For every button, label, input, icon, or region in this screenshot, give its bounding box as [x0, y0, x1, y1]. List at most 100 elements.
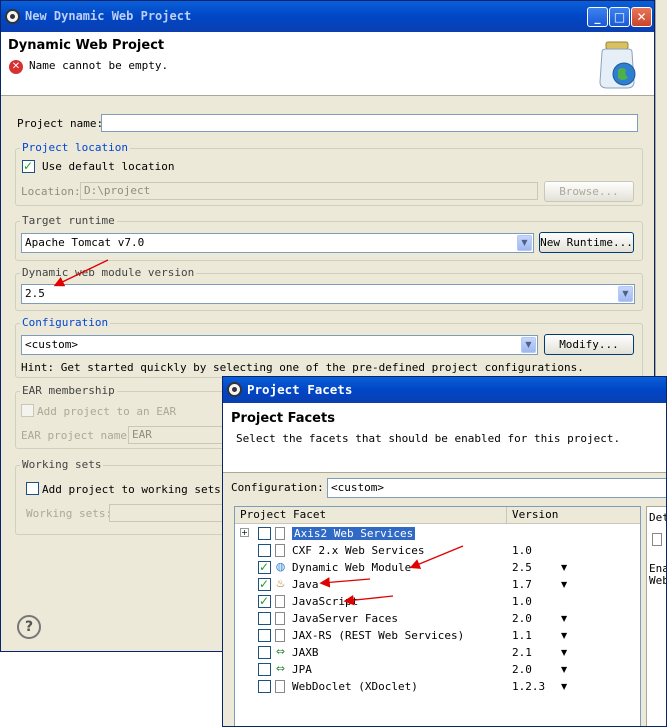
wizard-header: Dynamic Web Project ✕ Name cannot be emp… [1, 32, 654, 96]
configuration-select[interactable]: <custom> ▼ [21, 335, 538, 355]
facets-header: Project Facets Select the facets that sh… [223, 403, 666, 473]
facets-configuration-select[interactable]: <custom> [327, 478, 666, 498]
eclipse-icon [5, 9, 20, 24]
chevron-down-icon[interactable]: ▼ [618, 286, 633, 302]
facet-checkbox[interactable] [258, 594, 271, 608]
version-dropdown-icon[interactable]: ▼ [561, 661, 567, 678]
table-row[interactable]: + Axis2 Web Services [235, 525, 640, 542]
title-bar[interactable]: New Dynamic Web Project _ □ ✕ [1, 1, 654, 32]
document-icon [275, 612, 285, 625]
facets-table: Project Facet Version + Axis2 Web Service… [234, 506, 641, 726]
facet-checkbox[interactable] [258, 663, 271, 676]
facet-checkbox[interactable] [258, 629, 271, 642]
version-dropdown-icon[interactable]: ▼ [561, 644, 567, 661]
facets-configuration-value: <custom> [331, 481, 384, 494]
version-dropdown-icon[interactable]: ▼ [561, 576, 567, 593]
jpa-icon: ⇔ [275, 662, 286, 675]
target-runtime-title: Target runtime [20, 214, 117, 227]
jaxb-icon: ⇔ [275, 645, 286, 658]
table-row[interactable]: CXF 2.x Web Services 1.0 [235, 542, 640, 559]
close-button[interactable]: ✕ [631, 7, 652, 27]
facet-version[interactable]: 1.2.3 [512, 678, 545, 695]
facet-checkbox[interactable] [258, 560, 271, 574]
facet-checkbox[interactable] [258, 527, 271, 540]
chevron-down-icon[interactable]: ▼ [517, 235, 532, 251]
document-icon [652, 533, 662, 546]
table-row[interactable]: WebDoclet (XDoclet) 1.2.3 ▼ [235, 678, 640, 695]
document-icon [275, 595, 285, 608]
facet-checkbox[interactable] [258, 577, 271, 591]
project-location-title: Project location [20, 141, 130, 154]
facet-version[interactable]: 1.7 [512, 576, 532, 593]
maximize-button[interactable]: □ [609, 7, 630, 27]
facet-version: 1.0 [512, 595, 532, 608]
facet-checkbox[interactable] [258, 680, 271, 693]
facets-window-title: Project Facets [247, 382, 353, 397]
expand-icon[interactable]: + [240, 528, 249, 537]
facet-version[interactable]: 2.1 [512, 644, 532, 661]
working-sets-input[interactable] [109, 504, 229, 522]
error-icon: ✕ [9, 60, 23, 74]
facet-version[interactable]: 2.5 [512, 559, 532, 576]
browse-button[interactable]: Browse... [544, 181, 634, 202]
add-to-ear-checkbox[interactable] [21, 404, 34, 417]
table-row[interactable]: JAX-RS (REST Web Services) 1.1 ▼ [235, 627, 640, 644]
version-dropdown-icon[interactable]: ▼ [561, 627, 567, 644]
configuration-value: <custom> [25, 338, 78, 351]
table-row[interactable]: JavaServer Faces 2.0 ▼ [235, 610, 640, 627]
add-to-working-sets-checkbox[interactable] [26, 482, 39, 495]
column-header-facet[interactable]: Project Facet [235, 507, 507, 524]
project-name-input[interactable] [101, 114, 638, 132]
column-header-version[interactable]: Version [507, 507, 640, 524]
project-facets-dialog: Project Facets Project Facets Select the… [222, 376, 667, 727]
use-default-location-checkbox[interactable] [22, 159, 35, 173]
configuration-title: Configuration [20, 316, 111, 329]
version-dropdown-icon[interactable]: ▼ [561, 678, 567, 695]
version-dropdown-icon[interactable]: ▼ [561, 559, 567, 576]
document-icon [275, 680, 285, 693]
location-input[interactable]: D:\project [80, 182, 538, 200]
location-label: Location: [21, 185, 81, 198]
use-default-location-label: Use default location [42, 160, 175, 173]
facet-name: JPA [292, 663, 312, 676]
table-row[interactable]: JavaScript 1.0 [235, 593, 640, 610]
facet-name: WebDoclet (XDoclet) [292, 680, 418, 693]
help-icon[interactable]: ? [17, 615, 41, 639]
table-row[interactable]: ♨ Java 1.7 ▼ [235, 576, 640, 593]
document-icon [275, 629, 285, 642]
ear-name-label: EAR project name: [21, 429, 134, 442]
add-to-ear-label: Add project to an EAR [37, 405, 177, 418]
facet-version[interactable]: 2.0 [512, 661, 532, 678]
facet-checkbox[interactable] [258, 646, 271, 659]
table-row[interactable]: ⇔ JPA 2.0 ▼ [235, 661, 640, 678]
working-sets-label: Working sets: [26, 507, 113, 520]
document-icon [275, 544, 285, 557]
table-row[interactable]: ⇔ JAXB 2.1 ▼ [235, 644, 640, 661]
page-title: Dynamic Web Project [8, 38, 165, 53]
background-window-edge [655, 0, 667, 380]
project-name-label: Project name: [17, 117, 104, 130]
facets-page-title: Project Facets [231, 411, 335, 426]
facets-title-bar[interactable]: Project Facets [223, 377, 666, 403]
module-version-select[interactable]: 2.5 ▼ [21, 284, 635, 304]
facet-version[interactable]: 2.0 [512, 610, 532, 627]
facet-name: Dynamic Web Module [292, 561, 412, 574]
facet-name: Java [292, 578, 319, 591]
configuration-hint: Hint: Get started quickly by selecting o… [21, 361, 584, 374]
chevron-down-icon[interactable]: ▼ [521, 337, 536, 353]
table-row[interactable]: ◍ Dynamic Web Module 2.5 ▼ [235, 559, 640, 576]
facet-version: 1.0 [512, 544, 532, 557]
facet-checkbox[interactable] [258, 612, 271, 625]
add-to-working-sets-label: Add project to working sets [42, 483, 221, 496]
version-dropdown-icon[interactable]: ▼ [561, 610, 567, 627]
facet-checkbox[interactable] [258, 544, 271, 557]
new-runtime-button[interactable]: New Runtime... [539, 232, 634, 253]
target-runtime-select[interactable]: Apache Tomcat v7.0 ▼ [21, 233, 534, 253]
minimize-button[interactable]: _ [587, 7, 608, 27]
facet-name: CXF 2.x Web Services [292, 544, 425, 557]
window-title: New Dynamic Web Project [25, 9, 192, 23]
facet-version[interactable]: 1.1 [512, 627, 532, 644]
details-tab[interactable]: Det [649, 511, 666, 524]
modify-button[interactable]: Modify... [544, 334, 634, 355]
eclipse-icon [227, 382, 242, 397]
